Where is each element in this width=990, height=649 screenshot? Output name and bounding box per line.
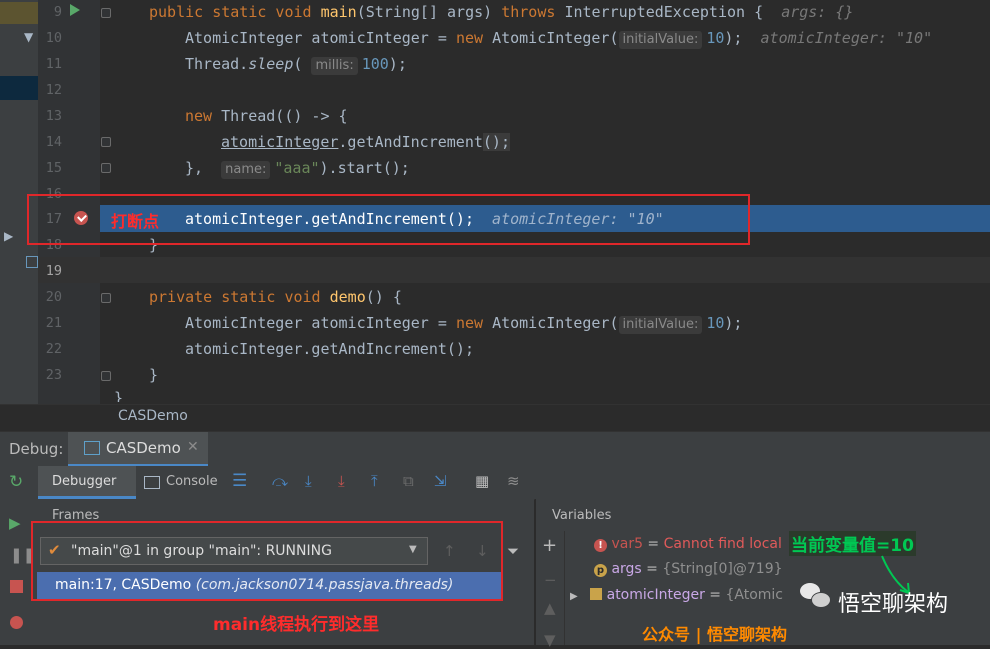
fold-icon[interactable] bbox=[101, 371, 111, 381]
evaluate-expression-icon[interactable]: ▦ bbox=[475, 472, 489, 490]
show-execution-point-icon[interactable]: ⤼ bbox=[272, 472, 288, 490]
line-number: 15 bbox=[45, 160, 62, 176]
line-number: 22 bbox=[45, 341, 62, 357]
debug-session-tab[interactable]: CASDemo ✕ bbox=[68, 432, 208, 467]
error-icon: ! bbox=[594, 539, 607, 552]
bookmark-marker bbox=[0, 2, 38, 24]
line-number: 10 bbox=[45, 30, 62, 46]
expand-icon[interactable]: ▶ bbox=[4, 229, 13, 243]
fold-icon[interactable] bbox=[101, 137, 111, 147]
breadcrumb[interactable]: CASDemo bbox=[0, 404, 990, 431]
code-line-20: private static void demo() { bbox=[149, 288, 402, 306]
variable-row[interactable]: p args = {String[0]@719} bbox=[594, 561, 783, 577]
resume-icon[interactable]: ▶ bbox=[9, 514, 21, 532]
code-line-21: AtomicInteger atomicInteger = new Atomic… bbox=[185, 314, 743, 334]
field-icon bbox=[590, 588, 603, 600]
line-number: 14 bbox=[45, 134, 62, 150]
session-tab-label: CASDemo bbox=[106, 439, 181, 457]
variable-row[interactable]: ▶ atomicInteger = {Atomic bbox=[570, 587, 783, 603]
code-line-11: Thread.sleep( millis: 100); bbox=[185, 55, 407, 75]
tab-debugger[interactable]: Debugger bbox=[38, 466, 136, 499]
line-number: 12 bbox=[45, 82, 62, 98]
parameter-icon: p bbox=[594, 564, 607, 577]
wechat-logo bbox=[800, 583, 832, 609]
param-hint: millis: bbox=[311, 57, 358, 75]
trace-icon[interactable]: ≋ bbox=[507, 472, 520, 490]
code-line-23: } bbox=[149, 366, 159, 384]
thread-annotation: main线程执行到这里 bbox=[213, 615, 380, 635]
line-number: 23 bbox=[45, 367, 62, 383]
move-down-icon[interactable]: ▼ bbox=[544, 631, 556, 649]
debug-toolbar-vertical: ↻ ▶ ❚❚ bbox=[0, 466, 35, 645]
line-number: 11 bbox=[45, 56, 62, 72]
tab-console[interactable]: Console bbox=[140, 466, 232, 499]
variables-title: Variables bbox=[552, 508, 612, 523]
frame-annotation-box bbox=[31, 521, 503, 601]
debug-header: Debug: CASDemo ✕ bbox=[0, 431, 990, 467]
code-line-24: } bbox=[114, 389, 124, 402]
breakpoint-annotation: 打断点 bbox=[111, 212, 160, 231]
selected-marker bbox=[0, 76, 38, 100]
code-line-9: public static void main(String[] args) t… bbox=[149, 3, 854, 21]
run-main-icon[interactable] bbox=[70, 4, 80, 16]
variable-row[interactable]: ! var5 = Cannot find local bbox=[594, 536, 782, 552]
console-icon bbox=[144, 476, 160, 489]
filter-icon[interactable]: ⏷ bbox=[507, 542, 519, 560]
code-line-14: atomicInteger.getAndIncrement(); bbox=[221, 133, 510, 151]
line-number: 9 bbox=[53, 4, 62, 20]
line-number: 19 bbox=[45, 263, 62, 279]
debug-tabs-bar: Debugger Console ☰ ⤼ ⤓ ⤓ ⤒ ⧉ ⇲ ▦ ≋ bbox=[32, 466, 990, 500]
stop-icon[interactable] bbox=[10, 580, 23, 593]
code-line-10: AtomicInteger atomicInteger = new Atomic… bbox=[185, 29, 933, 49]
code-line-22: atomicInteger.getAndIncrement(); bbox=[185, 340, 474, 358]
run-config-icon bbox=[84, 441, 100, 455]
step-over-icon[interactable]: ⤓ bbox=[305, 472, 312, 490]
fold-icon[interactable] bbox=[101, 293, 111, 303]
line-number: 13 bbox=[45, 108, 62, 124]
code-line-15: }, name: "aaa").start(); bbox=[185, 159, 410, 179]
step-out-icon[interactable]: ⤒ bbox=[371, 472, 378, 490]
fold-icon[interactable] bbox=[101, 163, 111, 173]
param-hint: initialValue: bbox=[618, 316, 703, 334]
caret-line bbox=[38, 257, 990, 283]
debug-label: Debug: bbox=[9, 440, 64, 458]
breadcrumb-class[interactable]: CASDemo bbox=[118, 408, 188, 424]
tab-console-label: Console bbox=[166, 474, 218, 489]
collapse-icon[interactable]: ▼ bbox=[24, 30, 33, 44]
fold-icon[interactable] bbox=[101, 8, 111, 18]
rerun-icon[interactable]: ↻ bbox=[9, 473, 23, 491]
step-into-icon[interactable]: ⤓ bbox=[338, 472, 345, 490]
run-to-cursor-icon[interactable]: ⇲ bbox=[434, 472, 447, 490]
view-breakpoints-icon[interactable] bbox=[10, 616, 23, 629]
drop-frame-icon[interactable]: ⧉ bbox=[403, 472, 414, 490]
line-number: 20 bbox=[45, 289, 62, 305]
close-icon[interactable]: ✕ bbox=[187, 439, 199, 455]
move-up-icon[interactable]: ▲ bbox=[544, 599, 556, 617]
remove-watch-icon[interactable]: − bbox=[544, 571, 557, 589]
code-line-13: new Thread(() -> { bbox=[185, 107, 348, 125]
param-hint: name: bbox=[221, 161, 271, 179]
footer-watermark: 公众号 | 悟空聊架构 bbox=[642, 625, 787, 644]
expand-arrow-icon[interactable]: ▶ bbox=[570, 591, 578, 602]
layout-icon[interactable]: ☰ bbox=[232, 472, 247, 490]
add-watch-icon[interactable]: + bbox=[542, 537, 557, 555]
structure-icon[interactable] bbox=[26, 256, 38, 268]
tab-debugger-label: Debugger bbox=[52, 474, 117, 489]
variables-tool-strip: + − ▲ ▼ bbox=[536, 531, 565, 649]
brand-watermark: 悟空聊架构 bbox=[838, 592, 949, 617]
line-number: 21 bbox=[45, 315, 62, 331]
param-hint: initialValue: bbox=[618, 31, 703, 49]
